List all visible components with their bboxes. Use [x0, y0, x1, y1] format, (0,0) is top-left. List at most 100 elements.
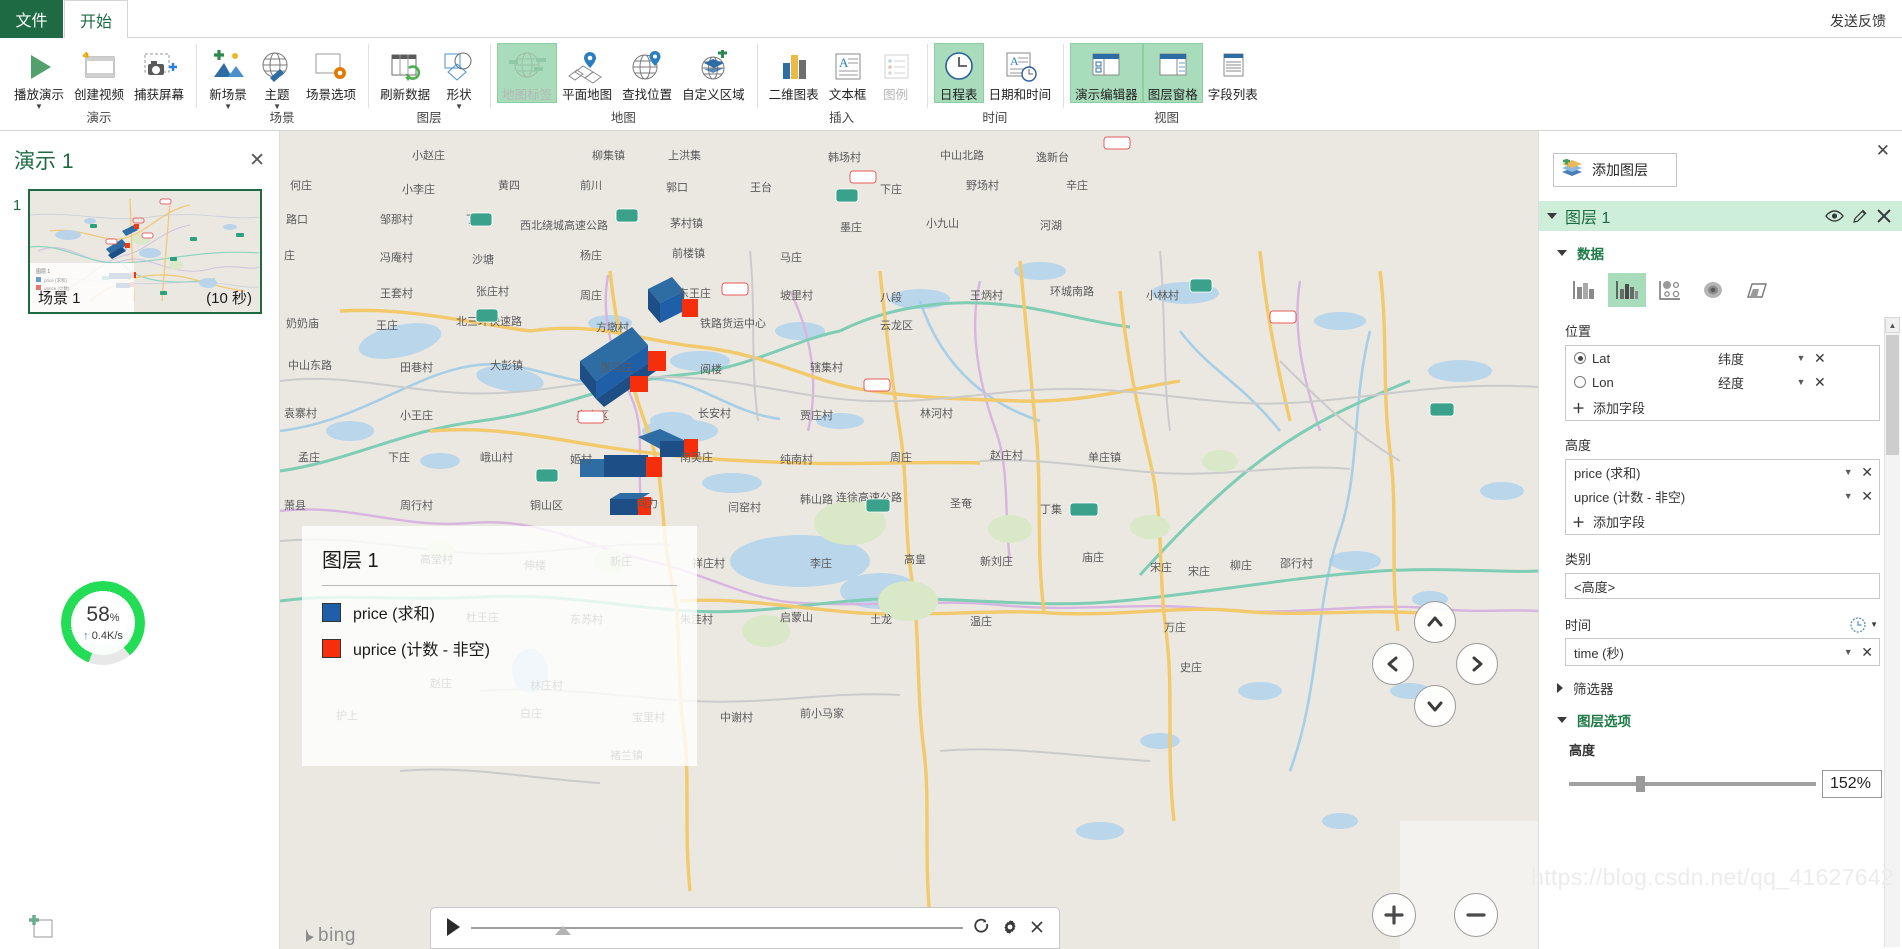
add-height-field-button[interactable]: ＋ 添加字段	[1566, 508, 1879, 534]
map-canvas[interactable]: 小赵庄 柳集镇 上洪集 韩场村 中山北路 逸新台 何庄 小李庄 黄四 前川 郭口 王台 下庄 野场…	[280, 131, 1538, 949]
radio-lon[interactable]	[1574, 376, 1586, 388]
playback-close-button[interactable]	[1029, 919, 1045, 938]
tour-editor-icon	[1086, 46, 1126, 88]
svg-text:贾庄村: 贾庄村	[800, 408, 833, 422]
layer-options-triangle[interactable]	[1557, 717, 1567, 723]
layer-height-slider[interactable]	[1569, 776, 1816, 792]
map-pan-left-button[interactable]	[1372, 643, 1414, 685]
layer-header-row[interactable]: 图层 1	[1539, 201, 1902, 231]
ribbon-button-scene-options[interactable]: 场景选项	[301, 43, 361, 103]
ribbon-button-theme[interactable]: 主题 ▼	[253, 43, 301, 111]
map-zoom-in-button[interactable]	[1372, 893, 1416, 937]
remove-field-close-icon[interactable]: ✕	[1861, 645, 1873, 659]
svg-text:何庄: 何庄	[290, 178, 312, 192]
category-select[interactable]: <高度>	[1565, 573, 1880, 599]
height-row-price[interactable]: price (求和) ▼ ✕	[1566, 460, 1879, 484]
scroll-up-arrow-icon[interactable]: ▲	[1885, 317, 1900, 333]
ribbon-button-create-video[interactable]: 创建视频	[69, 43, 129, 103]
chevron-down-icon[interactable]: ▼	[1841, 467, 1855, 477]
close-icon[interactable]: ✕	[249, 151, 265, 170]
location-row-lon[interactable]: Lon 经度 ▼ ✕	[1566, 370, 1879, 394]
clustered-column-icon[interactable]	[1608, 273, 1646, 307]
remove-field-close-icon[interactable]: ✕	[1861, 489, 1873, 503]
filters-section-header[interactable]: 筛选器	[1539, 666, 1902, 698]
ribbon-button-refresh-data[interactable]: 刷新数据	[375, 43, 435, 103]
svg-text:纯南村: 纯南村	[780, 452, 813, 466]
map-pan-right-button[interactable]	[1456, 643, 1498, 685]
stacked-column-icon[interactable]	[1565, 273, 1603, 307]
chevron-down-icon[interactable]: ▼	[35, 103, 43, 111]
layer-delete-close-icon[interactable]	[1876, 208, 1892, 224]
ribbon-button-timeline[interactable]: 日程表	[933, 43, 984, 103]
radio-lat[interactable]	[1574, 352, 1586, 364]
remove-field-close-icon[interactable]: ✕	[1814, 351, 1826, 365]
svg-text:小林村: 小林村	[1146, 288, 1179, 302]
ribbon-button-flat-map[interactable]: 平面地图	[557, 43, 617, 103]
remove-field-close-icon[interactable]: ✕	[1814, 375, 1826, 389]
layer-height-slider-handle[interactable]	[1635, 776, 1645, 792]
remove-field-close-icon[interactable]: ✕	[1861, 465, 1873, 479]
map-pan-down-button[interactable]	[1414, 685, 1456, 727]
layer-height-value[interactable]: 152%	[1822, 770, 1882, 798]
scene-thumbnail[interactable]: 图层 1 price (求和) uprice (计数) 场景 1 (10 秒)	[28, 189, 262, 314]
playback-scrubber-handle[interactable]	[554, 926, 571, 935]
chevron-down-icon[interactable]: ▼	[1794, 353, 1808, 363]
ribbon-button-shapes[interactable]: 形状 ▼	[435, 43, 483, 111]
layer-pane-close-icon[interactable]: ✕	[1876, 141, 1890, 161]
playback-timeline-track[interactable]	[471, 919, 963, 937]
ribbon-button-text-box[interactable]: A 文本框	[824, 43, 872, 103]
scrollbar-thumb[interactable]	[1886, 335, 1899, 455]
map-zoom-out-button[interactable]	[1454, 893, 1498, 937]
heatmap-icon[interactable]	[1694, 273, 1732, 307]
add-layer-button[interactable]: 添加图层	[1553, 153, 1677, 187]
ribbon-button-field-list[interactable]: 字段列表	[1203, 43, 1263, 103]
eye-icon[interactable]	[1825, 209, 1844, 223]
location-row-lat[interactable]: Lat 纬度 ▼ ✕	[1566, 346, 1879, 370]
tab-home[interactable]: 开始	[64, 0, 128, 38]
time-row[interactable]: time (秒) ▼ ✕	[1566, 639, 1879, 665]
region-icon[interactable]	[1737, 273, 1775, 307]
ribbon-button-legend[interactable]: 图例	[872, 43, 920, 103]
ribbon-button-map-labels[interactable]: 地图标签	[497, 43, 558, 103]
network-speed-widget[interactable]: 58% ↑ 0.4K/s	[61, 581, 145, 665]
playback-loop-button[interactable]	[973, 918, 991, 939]
data-section-triangle[interactable]	[1557, 250, 1567, 256]
ribbon-button-label: 文本框	[828, 88, 867, 102]
send-feedback-link[interactable]: 发送反馈	[1830, 11, 1886, 31]
title-bar: 文件 开始 发送反馈	[0, 0, 1902, 38]
layer-pane-scrollbar[interactable]: ▲	[1884, 317, 1900, 947]
height-row-uprice[interactable]: uprice (计数 - 非空) ▼ ✕	[1566, 484, 1879, 508]
chevron-down-icon[interactable]: ▼	[455, 103, 463, 111]
ribbon-button-new-scene[interactable]: 新场景 ▼	[203, 43, 253, 111]
filters-section-triangle[interactable]	[1557, 683, 1563, 693]
playback-settings-button[interactable]	[1001, 918, 1019, 939]
ribbon-button-play-tour[interactable]: 播放演示 ▼	[9, 43, 69, 111]
layer-collapse-triangle[interactable]	[1547, 213, 1557, 219]
ribbon-button-layer-pane[interactable]: 图层窗格	[1142, 43, 1203, 103]
ribbon-button-2d-chart[interactable]: 二维图表	[764, 43, 824, 103]
chevron-down-icon[interactable]: ▼	[273, 103, 281, 111]
svg-text:庙庄: 庙庄	[1082, 550, 1104, 564]
chevron-down-icon[interactable]: ▼	[1794, 377, 1808, 387]
map-pan-up-button[interactable]	[1414, 601, 1456, 643]
chevron-down-icon[interactable]: ▼	[1841, 647, 1855, 657]
ribbon-button-label: 创建视频	[74, 88, 125, 102]
ribbon-button-tour-editor[interactable]: 演示编辑器	[1070, 43, 1143, 103]
pencil-icon[interactable]	[1852, 208, 1868, 224]
add-scene-icon[interactable]	[28, 915, 54, 939]
layer-options-section-header[interactable]: 图层选项	[1539, 698, 1902, 730]
data-section-header[interactable]: 数据	[1539, 231, 1902, 263]
ribbon-button-capture-screen[interactable]: 捕获屏幕	[129, 43, 189, 103]
chevron-down-icon[interactable]: ▼	[1841, 491, 1855, 501]
ribbon-button-find-location[interactable]: 查找位置	[617, 43, 677, 103]
chevron-down-icon[interactable]: ▼	[224, 103, 232, 111]
ribbon-button-custom-region[interactable]: 自定义区域	[677, 43, 750, 103]
bubble-icon[interactable]	[1651, 273, 1689, 307]
playback-play-button[interactable]	[445, 917, 461, 940]
time-granularity-button[interactable]: ▼	[1849, 616, 1878, 634]
add-location-field-button[interactable]: ＋ 添加字段	[1566, 394, 1879, 420]
svg-text:坡里村: 坡里村	[780, 288, 813, 302]
chevron-down-icon[interactable]: ▼	[1870, 620, 1878, 629]
tab-file[interactable]: 文件	[0, 0, 63, 38]
ribbon-button-date-time[interactable]: A 日期和时间	[984, 43, 1057, 103]
